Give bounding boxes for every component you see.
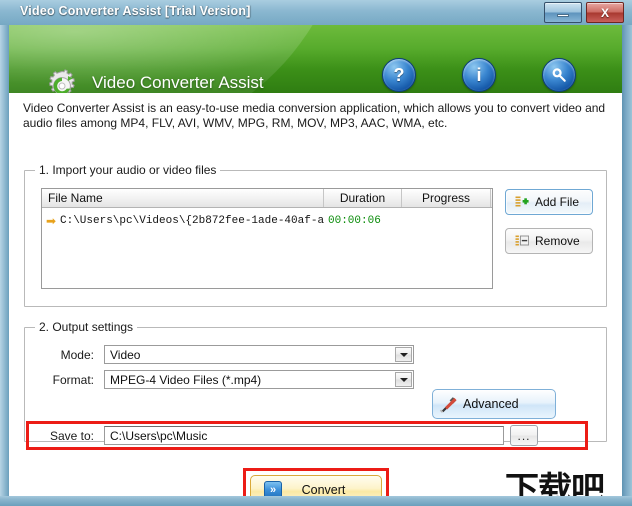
column-header-file-name[interactable]: File Name [42, 189, 324, 207]
import-group-legend: 1. Import your audio or video files [35, 163, 221, 177]
advanced-label: Advanced [463, 397, 519, 411]
table-row[interactable]: ➡ C:\Users\pc\Videos\{2b872fee-1ade-40af… [42, 208, 492, 231]
tools-hammer-icon [433, 395, 463, 414]
remove-file-icon [515, 235, 531, 247]
double-chevron-right-icon: » [264, 481, 282, 496]
client-area: Video Converter Assist ? Help i About [9, 25, 622, 496]
browse-button[interactable]: ... [510, 425, 538, 446]
format-label: Format: [52, 372, 94, 387]
mode-row: Mode: Video [24, 345, 444, 364]
add-file-label: Add File [535, 195, 580, 209]
help-glyph: ? [393, 65, 405, 85]
format-select[interactable]: MPEG-4 Video Files (*.mp4) [104, 370, 414, 389]
app-description: Video Converter Assist is an easy-to-use… [23, 101, 606, 130]
add-file-icon [515, 196, 531, 208]
register-key-icon [542, 58, 576, 92]
key-glyph [552, 67, 566, 82]
window-frame-right [622, 0, 632, 506]
format-row: Format: MPEG-4 Video Files (*.mp4) [24, 370, 444, 389]
app-banner: Video Converter Assist ? Help i About [9, 25, 622, 93]
window-frame-bottom [0, 496, 632, 506]
row-file-name: C:\Users\pc\Videos\{2b872fee-1ade-40af-a… [60, 215, 324, 227]
import-group: 1. Import your audio or video files File… [24, 163, 607, 307]
mode-label: Mode: [60, 347, 94, 362]
mode-value: Video [110, 347, 141, 362]
watermark: 下载吧 www.xiazaiba.com [505, 473, 622, 496]
about-glyph: i [476, 65, 482, 85]
column-header-progress[interactable]: Progress [402, 189, 491, 207]
help-question-icon: ? [382, 58, 416, 92]
watermark-text: 下载吧 [505, 470, 605, 496]
window-frame-left [0, 0, 9, 506]
output-group-legend: 2. Output settings [35, 320, 138, 334]
application-window: Video Converter Assist [Trial Version] X [0, 0, 632, 506]
column-header-duration[interactable]: Duration [324, 189, 402, 207]
title-bar[interactable]: Video Converter Assist [Trial Version] X [0, 0, 632, 25]
chevron-down-icon [399, 377, 408, 382]
row-duration: 00:00:06 [328, 215, 381, 227]
register-button[interactable]: Register [527, 58, 591, 93]
about-button[interactable]: i About [447, 58, 511, 93]
saveto-input[interactable]: C:\Users\pc\Music [104, 426, 504, 445]
about-info-icon: i [462, 58, 496, 92]
window-title: Video Converter Assist [Trial Version] [20, 4, 251, 18]
remove-file-label: Remove [535, 234, 580, 248]
file-list[interactable]: File Name Duration Progress ➡ C:\Users\p… [41, 188, 493, 289]
saveto-row: Save to: C:\Users\pc\Music ... [24, 425, 584, 446]
row-arrow-icon: ➡ [45, 214, 57, 228]
advanced-button[interactable]: Advanced [432, 389, 556, 419]
close-button[interactable]: X [586, 2, 624, 23]
minimize-button[interactable] [544, 2, 582, 23]
file-list-header: File Name Duration Progress [42, 189, 492, 208]
mode-select[interactable]: Video [104, 345, 414, 364]
format-value: MPEG-4 Video Files (*.mp4) [110, 372, 262, 387]
chevron-down-icon [399, 352, 408, 357]
app-name: Video Converter Assist [92, 73, 264, 92]
help-button[interactable]: ? Help [367, 58, 431, 93]
convert-button[interactable]: » Convert [250, 475, 382, 496]
saveto-value: C:\Users\pc\Music [110, 428, 208, 443]
saveto-label: Save to: [49, 428, 94, 443]
gear-refresh-icon [49, 69, 75, 93]
add-file-button[interactable]: Add File [505, 189, 593, 215]
window-controls: X [544, 2, 624, 23]
minimize-icon [557, 14, 569, 17]
remove-file-button[interactable]: Remove [505, 228, 593, 254]
mode-dropdown-button[interactable] [395, 347, 412, 362]
format-dropdown-button[interactable] [395, 372, 412, 387]
close-icon: X [600, 5, 609, 20]
convert-label: Convert [301, 483, 346, 496]
